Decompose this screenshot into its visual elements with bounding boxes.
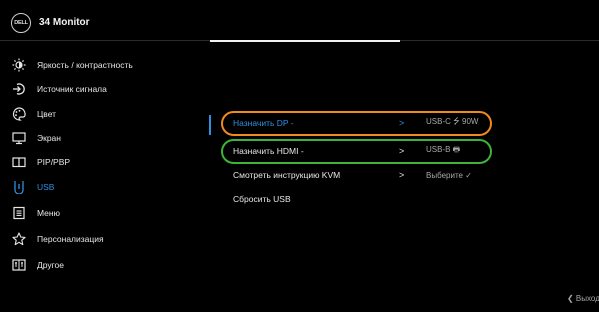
sidebar-item-color[interactable]: Цвет [12,104,202,124]
highlight-green [221,139,492,164]
usb-icon [12,180,26,194]
highlight-orange [221,111,492,136]
sidebar-item-label: Экран [37,133,61,143]
other-icon [12,258,26,272]
monitor-osd: DELL 34 Monitor Яркость / контрастность … [0,0,599,312]
submenu-focus-indicator [209,115,211,135]
sidebar-item-personalize[interactable]: Персонализация [12,229,202,249]
color-palette-icon [12,107,26,121]
sidebar-item-label: PIP/PBP [37,157,71,167]
menu-icon [12,206,26,220]
kvm-guide-value: Выберите ✓ [426,170,472,180]
sidebar-item-label: USB [37,182,55,192]
pip-pbp-icon [12,155,26,169]
dell-logo: DELL [11,13,31,33]
sidebar-item-input-source[interactable]: Источник сигнала [12,79,202,99]
reset-usb-option[interactable]: Сбросить USB [223,189,488,209]
osd-header: DELL 34 Monitor [0,0,599,41]
monitor-title: 34 Monitor [39,17,90,28]
kvm-guide-label: Смотреть инструкцию KVM [233,170,341,180]
sidebar-item-label: Цвет [37,109,57,119]
sidebar-item-pip-pbp[interactable]: PIP/PBP [12,152,202,172]
sidebar-item-label: Другое [37,260,65,270]
monitor-icon [12,131,26,145]
kvm-guide-option[interactable]: Смотреть инструкцию KVM > Выберите ✓ [223,165,488,185]
input-source-icon [12,82,26,96]
sidebar-item-usb[interactable]: USB [12,177,202,197]
sidebar-item-label: Персонализация [37,234,104,244]
chevron-right-icon: > [399,170,405,180]
header-accent-line [210,40,400,42]
reset-usb-label: Сбросить USB [233,194,291,204]
sidebar-item-label: Яркость / контрастность [37,60,133,70]
sidebar-item-other[interactable]: Другое [12,255,202,275]
exit-button[interactable]: ❮ Выход [567,294,599,303]
sidebar-item-label: Источник сигнала [37,84,107,94]
sidebar-item-menu[interactable]: Меню [12,203,202,223]
sidebar-item-label: Меню [37,208,60,218]
sidebar-item-brightness-contrast[interactable]: Яркость / контрастность [12,55,202,75]
sidebar-item-display[interactable]: Экран [12,128,202,148]
star-icon [12,232,26,246]
brightness-icon [12,58,26,72]
